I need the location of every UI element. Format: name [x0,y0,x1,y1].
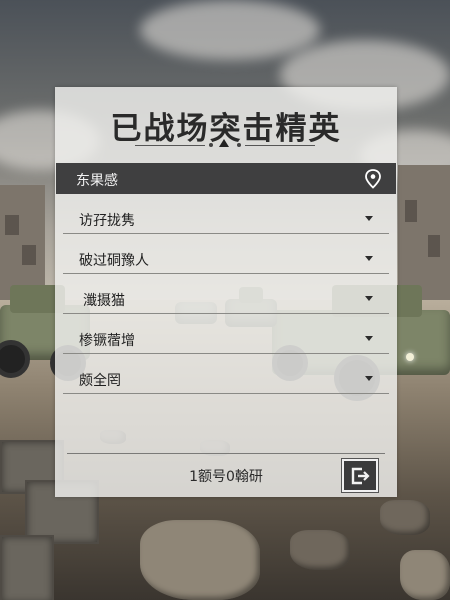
location-pin-icon[interactable] [364,169,382,189]
cloud [140,0,320,60]
building-window [405,200,417,222]
exit-icon [351,467,370,485]
building-window [22,245,36,265]
dropdown-label: 颇全罔 [79,373,121,389]
option-dropdown-3[interactable]: 瀸摄猫 [63,284,389,314]
divider-dot [209,143,213,147]
chevron-down-icon [365,336,373,341]
title-divider [135,145,205,146]
rock [140,520,260,600]
supply-crate [0,535,54,600]
option-dropdown-5[interactable]: 颇全罔 [63,364,389,394]
server-name: 东果感 [76,173,118,189]
dropdown-label: 椮镢蓿增 [79,333,135,349]
server-select-panel: 已战场突击精英 东果感 访孖拢隽 破过硐豫人 瀸摄猫 椮镢蓿增 颇全罔 1额号0… [55,87,397,497]
building-window [428,235,440,257]
chevron-down-icon [365,376,373,381]
rock [380,500,430,535]
dropdown-label: 瀸摄猫 [83,293,125,309]
option-dropdown-1[interactable]: 访孖拢隽 [63,204,389,234]
divider-triangle-icon [219,139,229,147]
exit-button[interactable] [342,459,378,492]
chevron-down-icon [365,296,373,301]
dropdown-label: 访孖拢隽 [79,213,135,229]
rock [400,550,450,600]
chevron-down-icon [365,256,373,261]
title-divider [245,145,315,146]
footer-divider [67,453,385,454]
server-selector[interactable]: 东果感 [56,163,396,194]
dropdown-label: 破过硐豫人 [79,253,149,269]
option-dropdown-2[interactable]: 破过硐豫人 [63,244,389,274]
divider-dot [237,143,241,147]
chevron-down-icon [365,216,373,221]
building-window [5,215,19,235]
rock [290,530,350,570]
option-dropdown-4[interactable]: 椮镢蓿增 [63,324,389,354]
